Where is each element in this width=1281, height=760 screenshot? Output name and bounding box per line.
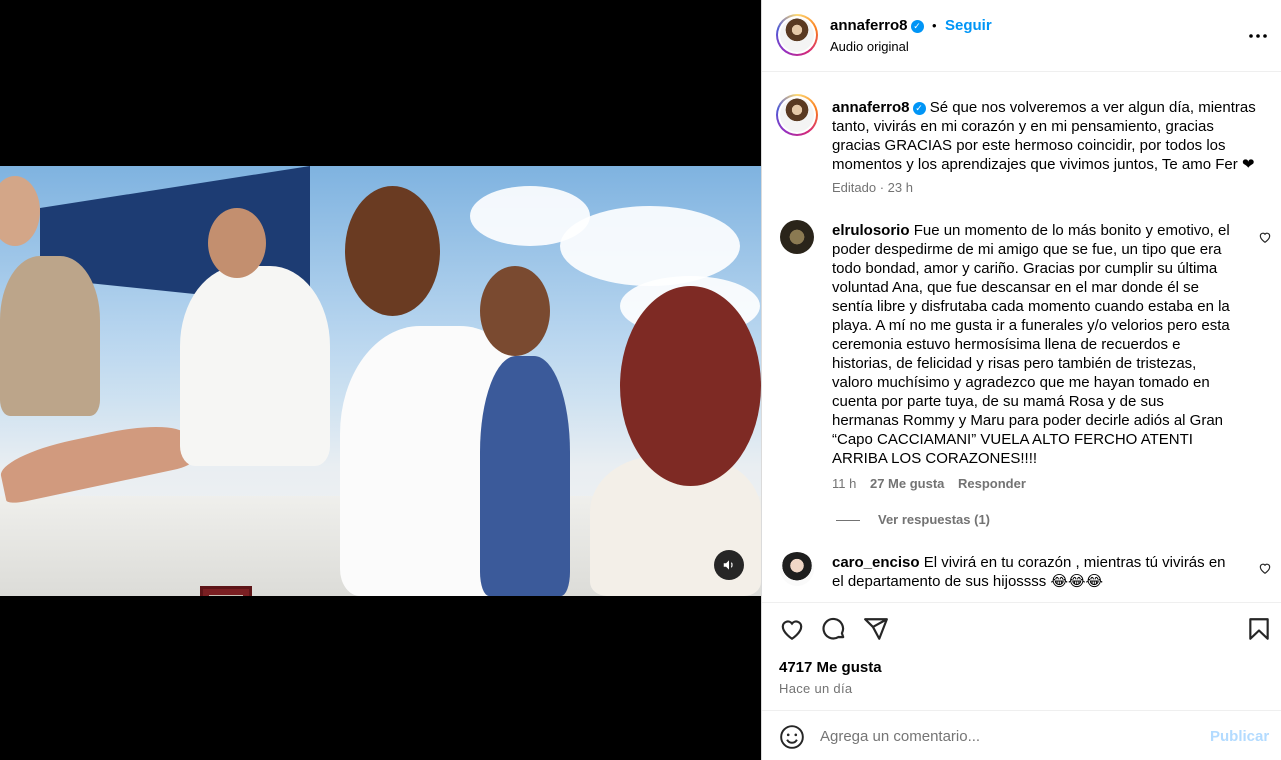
photo-frame	[200, 586, 252, 596]
caption-avatar[interactable]	[776, 94, 818, 136]
comment-text: Fue un momento de lo más bonito y emotiv…	[832, 222, 1230, 467]
comment-icon[interactable]	[821, 616, 847, 642]
comment: elrulosorio Fue un momento de lo más bon…	[832, 221, 1232, 468]
comment-username[interactable]: elrulosorio	[832, 222, 910, 239]
post-header: annaferro8 ✓ • Seguir Audio original	[762, 0, 1281, 72]
bookmark-icon[interactable]	[1246, 616, 1272, 642]
person-woman-blue	[480, 356, 570, 596]
speaker-icon	[723, 560, 733, 570]
share-icon[interactable]	[863, 616, 889, 642]
post-panel: annaferro8 ✓ • Seguir Audio original anna…	[761, 0, 1281, 760]
verified-badge-icon: ✓	[910, 20, 924, 33]
commenter-avatar[interactable]	[780, 220, 814, 254]
author-username[interactable]: annaferro8	[830, 17, 908, 34]
comment-time: 11 h	[832, 476, 857, 491]
likes-count[interactable]: 4717 Me gusta	[779, 659, 882, 676]
heart-icon[interactable]	[779, 616, 805, 642]
cloud	[560, 206, 740, 286]
replies-divider	[836, 520, 860, 521]
person-hair	[620, 286, 761, 486]
comment-like-icon[interactable]	[1258, 230, 1272, 244]
view-replies-button[interactable]: Ver respuestas (1)	[878, 512, 990, 527]
comment-meta: 11 h 27 Me gusta Responder	[832, 476, 1026, 491]
person-head	[208, 208, 266, 278]
emoji-icon[interactable]	[779, 724, 805, 750]
comment-input[interactable]	[820, 725, 1190, 747]
comment-composer: Publicar	[762, 710, 1281, 760]
person-head	[345, 186, 440, 316]
post-date: Hace un día	[779, 681, 853, 696]
caption-meta: Editado · 23 h	[832, 180, 913, 195]
comment: caro_enciso El vivirá en tu corazón , mi…	[832, 553, 1232, 591]
audio-label[interactable]: Audio original	[830, 39, 909, 54]
media-viewer	[0, 0, 761, 760]
person-left	[0, 256, 100, 416]
person-legs	[0, 416, 194, 506]
commenter-avatar[interactable]	[780, 552, 814, 586]
person-man-white	[180, 266, 330, 466]
post-video[interactable]	[0, 166, 761, 596]
follow-button[interactable]: Seguir	[945, 17, 992, 34]
more-options-button[interactable]	[1246, 24, 1270, 48]
more-horizontal-icon	[1249, 34, 1267, 38]
person-head	[0, 176, 40, 246]
verified-badge-icon: ✓	[912, 102, 926, 115]
caption: annaferro8 ✓ Sé que nos volveremos a ver …	[832, 98, 1262, 174]
author-line: annaferro8 ✓ • Seguir	[830, 17, 992, 35]
post-actions: 4717 Me gusta Hace un día	[762, 602, 1281, 710]
caption-username[interactable]: annaferro8	[832, 99, 910, 116]
comment-username[interactable]: caro_enciso	[832, 554, 920, 571]
person-head	[480, 266, 550, 356]
publish-button[interactable]: Publicar	[1210, 728, 1269, 745]
separator-dot: •	[931, 18, 937, 33]
comment-likes[interactable]: 27 Me gusta	[870, 476, 944, 491]
audio-toggle-button[interactable]	[714, 550, 744, 580]
comment-like-icon[interactable]	[1258, 561, 1272, 575]
author-avatar[interactable]	[776, 14, 818, 56]
reply-button[interactable]: Responder	[958, 476, 1026, 491]
